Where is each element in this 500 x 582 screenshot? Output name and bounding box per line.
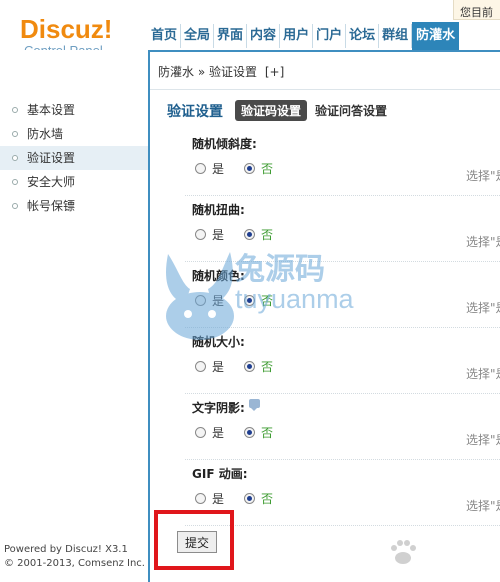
breadcrumb-separator: »	[197, 65, 206, 79]
radio-no-label: 否	[261, 492, 274, 506]
sidebar-item-label: 基本设置	[27, 103, 76, 117]
setting-random-angle: 随机倾斜度: 是 否 选择"是	[185, 130, 500, 196]
sidebar-item-firewall[interactable]: 防水墙	[0, 122, 148, 146]
submit-button[interactable]: 提交	[177, 531, 217, 553]
setting-hint: 选择"是	[466, 433, 500, 447]
radio-yes-label: 是	[212, 492, 225, 506]
radio-yes[interactable]	[195, 493, 206, 504]
radio-yes-label: 是	[212, 360, 225, 374]
nav-item-home[interactable]: 首页	[148, 24, 182, 48]
logo-name: Discuz!	[20, 14, 113, 44]
sidebar-item-verification[interactable]: 验证设置	[0, 146, 148, 170]
settings-form: 随机倾斜度: 是 否 选择"是 随机扭曲: 是 否 选择"是 随机颜色:	[185, 130, 500, 526]
setting-hint: 选择"是	[466, 169, 500, 183]
setting-label: 文字阴影:	[192, 401, 245, 415]
sidebar-item-label: 安全大师	[27, 175, 76, 189]
sidebar-footer: Powered by Discuz! X3.1 © 2001-2013, Com…	[4, 543, 145, 571]
sidebar: 基本设置 防水墙 验证设置 安全大师 帐号保镖 Powered by Discu…	[0, 50, 148, 582]
radio-yes-label: 是	[212, 162, 225, 176]
setting-hint: 选择"是	[466, 235, 500, 249]
nav-item-user[interactable]: 用户	[280, 24, 314, 48]
nav-item-global[interactable]: 全局	[181, 24, 215, 48]
submit-highlight-box: 提交	[154, 510, 234, 570]
add-shortcut-link[interactable]: [+]	[265, 65, 284, 79]
radio-no[interactable]	[244, 163, 256, 174]
powered-by: Powered by Discuz! X3.1	[4, 544, 128, 555]
tab-qa-settings[interactable]: 验证问答设置	[315, 102, 387, 119]
nav-item-portal[interactable]: 门户	[313, 24, 347, 48]
top-notice: 您目前	[453, 0, 500, 20]
radio-no-label: 否	[261, 162, 274, 176]
sidebar-item-label: 防水墙	[27, 127, 64, 141]
setting-label: 随机颜色:	[192, 269, 245, 283]
setting-label: 随机倾斜度:	[192, 137, 257, 151]
radio-yes[interactable]	[195, 295, 206, 306]
radio-yes[interactable]	[195, 427, 206, 438]
top-nav: 首页 全局 界面 内容 用户 门户 论坛 群组 防灌水	[148, 22, 460, 50]
radio-no[interactable]	[244, 361, 256, 372]
setting-random-color: 随机颜色: 是 否 选择"是	[185, 262, 500, 328]
bullet-icon	[12, 107, 18, 113]
radio-yes-label: 是	[212, 426, 225, 440]
radio-group: 是 否	[195, 292, 273, 309]
nav-item-group[interactable]: 群组	[379, 24, 413, 48]
radio-no-label: 否	[261, 294, 274, 308]
setting-label: 随机大小:	[192, 335, 245, 349]
radio-group: 是 否	[195, 358, 273, 375]
radio-no-label: 否	[261, 228, 274, 242]
setting-label-wrap: 文字阴影:	[192, 399, 260, 416]
setting-label: GIF 动画:	[192, 467, 248, 481]
bullet-icon	[12, 203, 18, 209]
radio-group: 是 否	[195, 424, 273, 441]
radio-yes[interactable]	[195, 361, 206, 372]
sidebar-item-security-master[interactable]: 安全大师	[0, 170, 148, 194]
breadcrumb-divider	[150, 89, 500, 90]
radio-yes[interactable]	[195, 229, 206, 240]
nav-item-antispam[interactable]: 防灌水	[412, 22, 460, 50]
tab-captcha-settings[interactable]: 验证码设置	[235, 100, 308, 121]
setting-random-size: 随机大小: 是 否 选择"是	[185, 328, 500, 394]
radio-no[interactable]	[244, 229, 256, 240]
radio-group: 是 否	[195, 490, 273, 507]
nav-item-style[interactable]: 界面	[214, 24, 248, 48]
page-title: 验证设置	[167, 103, 223, 120]
setting-hint: 选择"是	[466, 301, 500, 315]
radio-yes[interactable]	[195, 163, 206, 174]
setting-hint: 选择"是	[466, 367, 500, 381]
setting-text-shadow: 文字阴影: 是 否 选择"是	[185, 394, 500, 460]
radio-no-label: 否	[261, 360, 274, 374]
sidebar-item-label: 帐号保镖	[27, 199, 76, 213]
copyright: © 2001-2013, Comsenz Inc.	[4, 558, 145, 569]
radio-no-label: 否	[261, 426, 274, 440]
setting-hint: 选择"是	[466, 499, 500, 513]
breadcrumb-section[interactable]: 防灌水	[158, 65, 194, 79]
radio-no[interactable]	[244, 295, 256, 306]
radio-group: 是 否	[195, 226, 273, 243]
sidebar-item-account-guard[interactable]: 帐号保镖	[0, 194, 148, 218]
nav-item-content[interactable]: 内容	[247, 24, 281, 48]
sidebar-menu: 基本设置 防水墙 验证设置 安全大师 帐号保镖	[0, 98, 148, 218]
breadcrumb: 防灌水 » 验证设置 [+]	[158, 63, 284, 80]
setting-random-distort: 随机扭曲: 是 否 选择"是	[185, 196, 500, 262]
sidebar-item-basic[interactable]: 基本设置	[0, 98, 148, 122]
header: Discuz! Control Panel 您目前 首页 全局 界面 内容 用户…	[0, 0, 500, 58]
breadcrumb-page: 验证设置	[209, 65, 258, 79]
bullet-icon	[12, 131, 18, 137]
help-bubble-icon[interactable]	[248, 399, 260, 411]
radio-no[interactable]	[244, 493, 256, 504]
main-content: 防灌水 » 验证设置 [+] 验证设置 验证码设置 验证问答设置 随机倾斜度: …	[150, 52, 500, 582]
setting-label: 随机扭曲:	[192, 203, 245, 217]
nav-item-forum[interactable]: 论坛	[346, 24, 380, 48]
bullet-icon	[12, 179, 18, 185]
radio-yes-label: 是	[212, 228, 225, 242]
sidebar-item-label: 验证设置	[27, 151, 76, 165]
settings-tabs: 验证设置 验证码设置 验证问答设置	[167, 100, 387, 121]
radio-group: 是 否	[195, 160, 273, 177]
radio-yes-label: 是	[212, 294, 225, 308]
radio-no[interactable]	[244, 427, 256, 438]
bullet-icon	[12, 155, 18, 161]
